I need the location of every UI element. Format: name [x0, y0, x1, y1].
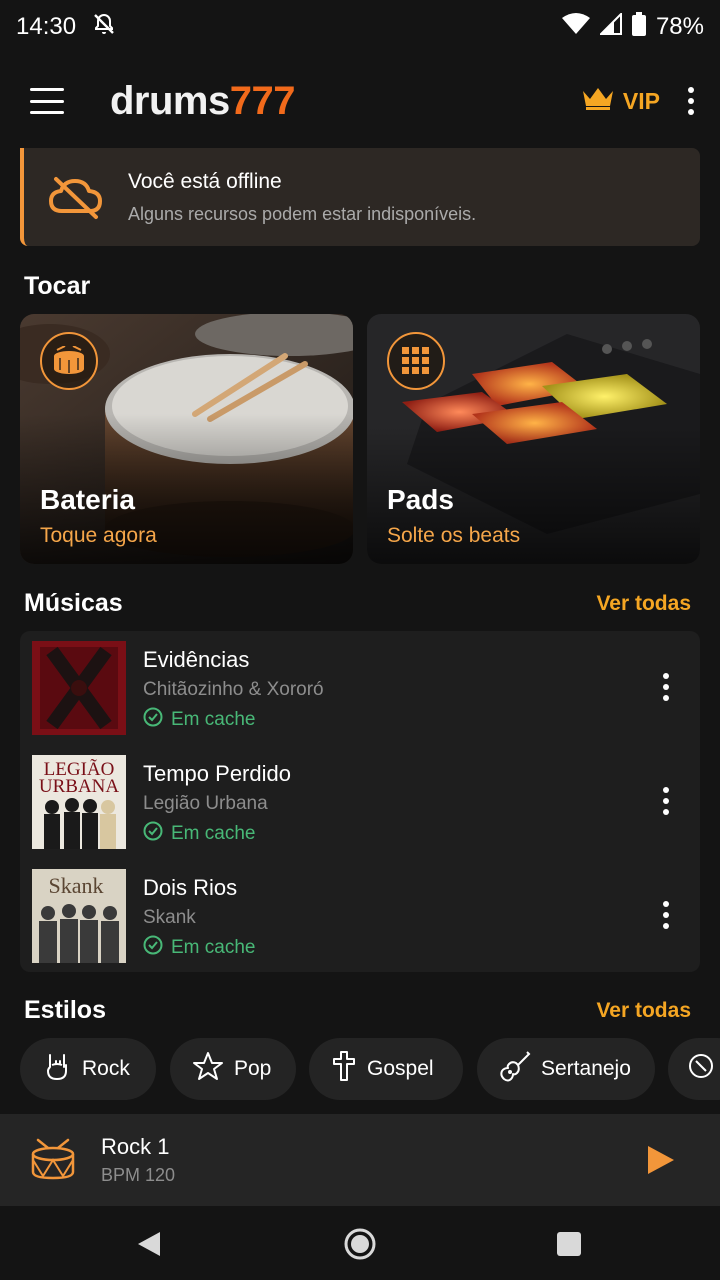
styles-chips: Rock Pop Gospel Sertanejo [20, 1038, 720, 1102]
crown-icon [581, 85, 615, 117]
song-artist: Legião Urbana [143, 793, 268, 814]
songs-section-title: Músicas [24, 589, 123, 617]
status-time: 14:30 [16, 13, 77, 40]
styles-section-title: Estilos [24, 996, 106, 1024]
song-more-button[interactable] [656, 787, 676, 815]
system-nav-bar [0, 1206, 720, 1280]
offline-subtitle: Alguns recursos podem estar indisponívei… [128, 203, 477, 224]
notifications-off-icon [92, 12, 116, 43]
rock-hand-icon [42, 1051, 72, 1087]
cache-status: Em cache [143, 707, 255, 733]
style-chip-label: Rock [82, 1057, 130, 1080]
offline-banner: Você está offline Alguns recursos podem … [20, 148, 700, 246]
style-chip-rock[interactable]: Rock [20, 1038, 156, 1100]
songs-see-all-link[interactable]: Ver todas [596, 592, 691, 616]
star-icon [192, 1051, 224, 1087]
cloud-off-icon [48, 173, 104, 221]
vip-button[interactable]: VIP [581, 85, 660, 117]
style-chip-label: Pop [234, 1057, 272, 1080]
check-circle-icon [143, 707, 163, 733]
song-more-button[interactable] [656, 673, 676, 701]
style-chip-pop[interactable]: Pop [170, 1038, 296, 1100]
drums-card-subtitle: Toque agora [40, 524, 157, 547]
cache-status: Em cache [143, 821, 255, 847]
offline-title: Você está offline [128, 169, 282, 193]
cache-status-label: Em cache [171, 937, 256, 958]
songs-list: Evidências Chitãozinho & Xororó Em cache… [20, 631, 700, 972]
partial-style-icon [688, 1051, 714, 1087]
drums-card-title: Bateria [40, 484, 135, 515]
status-bar: 14:30 78% [0, 0, 720, 54]
song-item[interactable]: Evidências Chitãozinho & Xororó Em cache [20, 631, 700, 745]
album-cover-dois-rios: Skank [32, 869, 126, 963]
cache-status-label: Em cache [171, 709, 256, 730]
drums-card[interactable]: Bateria Toque agora [20, 314, 353, 564]
pads-card[interactable]: Pads Solte os beats [367, 314, 700, 564]
play-section-title: Tocar [24, 272, 91, 300]
app-bar: drums777 VIP [0, 54, 720, 148]
song-more-button[interactable] [656, 901, 676, 929]
home-icon[interactable] [344, 1228, 376, 1265]
back-icon[interactable] [136, 1230, 162, 1263]
song-item[interactable]: Skank Dois Rios Skank Em cache [20, 859, 700, 973]
guitar-icon [499, 1050, 531, 1088]
pads-card-title: Pads [387, 484, 454, 515]
mini-player[interactable]: Rock 1 BPM 120 [0, 1114, 720, 1206]
snare-drum-icon [40, 332, 98, 390]
pads-card-subtitle: Solte os beats [387, 524, 521, 547]
song-title: Dois Rios [143, 875, 238, 900]
cross-icon [331, 1050, 357, 1088]
battery-icon [631, 11, 646, 43]
wifi-icon [561, 12, 590, 42]
style-chip-sertanejo[interactable]: Sertanejo [477, 1038, 655, 1100]
song-artist: Chitãozinho & Xororó [143, 679, 324, 700]
play-icon[interactable] [646, 1144, 676, 1181]
song-title: Tempo Perdido [143, 761, 291, 786]
album-cover-evidencias [32, 641, 126, 735]
cover-text: Skank [49, 873, 104, 898]
style-chip-gospel[interactable]: Gospel [309, 1038, 463, 1100]
song-item[interactable]: LEGIÃO URBANA Tempo Perdido Legião Urban… [20, 745, 700, 859]
cache-status: Em cache [143, 935, 255, 961]
cache-status-label: Em cache [171, 823, 256, 844]
styles-see-all-link[interactable]: Ver todas [596, 999, 691, 1023]
check-circle-icon [143, 821, 163, 847]
check-circle-icon [143, 935, 163, 961]
overflow-menu-button[interactable] [686, 87, 696, 115]
mini-player-title: Rock 1 [101, 1134, 170, 1159]
menu-button[interactable] [30, 88, 64, 114]
style-chip-label: Gospel [367, 1057, 434, 1080]
drum-icon [30, 1138, 76, 1187]
signal-icon [598, 11, 622, 42]
mini-player-bpm: BPM 120 [101, 1165, 176, 1185]
style-chip-label: Sertanejo [541, 1057, 631, 1080]
logo-text: drums [110, 78, 230, 123]
song-title: Evidências [143, 647, 250, 672]
song-artist: Skank [143, 907, 196, 928]
style-chip-more[interactable] [668, 1038, 720, 1100]
grid-pads-icon [387, 332, 445, 390]
logo-number: 777 [229, 78, 296, 123]
cover-text-line2: URBANA [39, 776, 120, 797]
recents-icon[interactable] [556, 1231, 582, 1262]
battery-percent: 78% [655, 13, 704, 40]
app-logo: drums777 [110, 78, 296, 124]
album-cover-tempo-perdido: LEGIÃO URBANA [32, 755, 126, 849]
vip-label: VIP [622, 87, 660, 114]
